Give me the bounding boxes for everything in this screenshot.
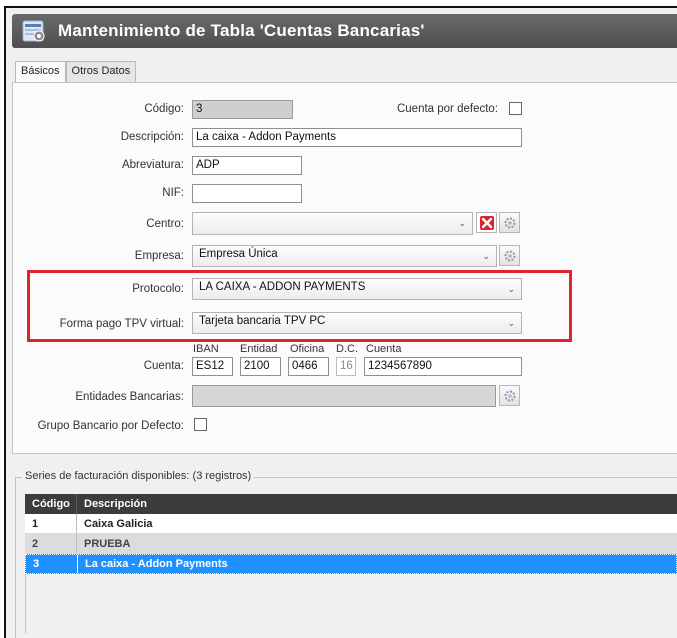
centro-lookup-button[interactable]	[499, 212, 520, 233]
tab-strip: Básicos Otros Datos	[15, 61, 137, 83]
cuenta-label: Cuenta:	[143, 360, 184, 372]
title-bar: Mantenimiento de Tabla 'Cuentas Bancaria…	[12, 14, 677, 48]
lookup-gear-icon	[504, 390, 515, 401]
chevron-down-icon: ⌄	[482, 251, 490, 261]
tab-basicos[interactable]: Básicos	[15, 61, 66, 83]
tab-otros-datos[interactable]: Otros Datos	[65, 61, 137, 82]
entidad-field[interactable]: 2100	[240, 357, 281, 376]
dc-field: 16	[336, 357, 356, 376]
empresa-dropdown[interactable]: Empresa Única ⌄	[192, 245, 497, 267]
table-row-selected[interactable]: 3 La caixa - Addon Payments	[25, 554, 677, 574]
nif-label: NIF:	[162, 187, 184, 199]
abreviatura-field[interactable]: ADP	[192, 156, 302, 175]
entidades-label: Entidades Bancarias:	[75, 391, 184, 403]
grupo-bancario-label: Grupo Bancario por Defecto:	[37, 420, 184, 432]
column-codigo[interactable]: Código	[25, 494, 77, 514]
app-table-icon	[22, 20, 45, 42]
window-title: Mantenimiento de Tabla 'Cuentas Bancaria…	[58, 21, 425, 40]
entidad-label: Entidad	[240, 343, 278, 355]
row-descripcion: La caixa - Addon Payments	[85, 558, 228, 570]
iban-label: IBAN	[193, 343, 219, 355]
codigo-field[interactable]: 3	[192, 100, 293, 119]
oficina-field[interactable]: 0466	[288, 357, 329, 376]
iban-field[interactable]: ES12	[192, 357, 233, 376]
chevron-down-icon: ⌄	[458, 218, 466, 228]
centro-dropdown[interactable]: ⌄	[192, 212, 473, 235]
lookup-gear-icon	[504, 217, 515, 228]
cuenta-number-label: Cuenta	[366, 343, 402, 355]
row-codigo: 1	[25, 514, 77, 533]
lookup-gear-icon	[504, 250, 515, 261]
grid-empty-area	[25, 574, 677, 634]
abreviatura-label: Abreviatura:	[121, 159, 184, 171]
codigo-label: Código:	[144, 103, 184, 115]
row-codigo: 3	[26, 555, 78, 573]
series-legend: Series de facturación disponibles: (3 re…	[22, 470, 255, 482]
column-descripcion[interactable]: Descripción	[77, 494, 677, 514]
delete-x-icon	[479, 215, 494, 230]
row-codigo: 2	[25, 534, 77, 553]
series-grid: Código Descripción 1 Caixa Galicia 2 PRU…	[25, 494, 677, 634]
table-row[interactable]: 1 Caixa Galicia	[25, 514, 677, 534]
centro-clear-button[interactable]	[476, 212, 497, 233]
row-descripcion: PRUEBA	[84, 537, 131, 550]
empresa-label: Empresa:	[134, 250, 184, 262]
grupo-bancario-checkbox[interactable]	[194, 418, 207, 431]
cuenta-defecto-checkbox[interactable]	[509, 102, 522, 115]
dc-label: D.C.	[336, 343, 358, 355]
centro-label: Centro:	[146, 218, 184, 230]
empresa-lookup-button[interactable]	[499, 245, 520, 266]
grid-header: Código Descripción	[25, 494, 677, 514]
descripcion-label: Descripción:	[120, 131, 184, 143]
entidades-field[interactable]	[192, 385, 496, 407]
cuenta-number-field[interactable]: 1234567890	[364, 357, 522, 376]
row-descripcion: Caixa Galicia	[84, 517, 153, 530]
empresa-value: Empresa Única	[199, 248, 278, 260]
entidades-lookup-button[interactable]	[499, 385, 520, 406]
descripcion-field[interactable]: La caixa - Addon Payments	[192, 128, 522, 147]
nif-field[interactable]	[192, 184, 302, 203]
cuenta-defecto-label: Cuenta por defecto:	[396, 103, 498, 115]
table-row[interactable]: 2 PRUEBA	[25, 534, 677, 554]
highlight-box	[27, 270, 572, 342]
oficina-label: Oficina	[290, 343, 325, 355]
